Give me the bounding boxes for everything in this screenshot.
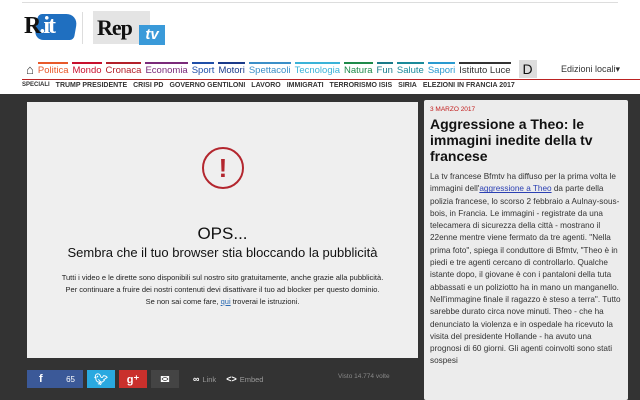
reptv-logo[interactable]: Rep tv <box>93 11 165 45</box>
article-body: La tv francese Bfmtv ha diffuso per la p… <box>430 172 621 366</box>
d-magazine-link[interactable]: D <box>518 60 537 78</box>
special-link[interactable]: GOVERNO GENTILONI <box>169 82 245 89</box>
special-link[interactable]: LAVORO <box>251 82 280 89</box>
instructions-link[interactable]: qui <box>221 297 231 306</box>
special-link[interactable]: ELEZIONI IN FRANCIA 2017 <box>423 82 515 89</box>
nav-item-sport[interactable]: Sport <box>191 62 215 76</box>
exclamation-icon: ! <box>202 147 244 189</box>
nav-item-mondo[interactable]: Mondo <box>72 62 102 76</box>
mail-icon: ✉ <box>160 373 170 386</box>
nav-item-sapori[interactable]: Sapori <box>427 62 456 76</box>
facebook-share-button[interactable]: f 65 <box>27 370 83 388</box>
nav-item-motori[interactable]: Motori <box>218 62 245 76</box>
home-icon[interactable]: ⌂ <box>26 62 34 77</box>
specials-bar: SPECIALI TRUMP PRESIDENTE CRISI PD GOVERNO … <box>22 82 515 89</box>
special-link[interactable]: SIRIA <box>398 82 417 89</box>
divider <box>22 2 618 3</box>
nav-item-tecnologia[interactable]: Tecnologia <box>294 62 340 76</box>
facebook-icon: f <box>39 373 43 385</box>
nav-item-cronaca[interactable]: Cronaca <box>105 62 142 76</box>
article-link[interactable]: aggressione a Theo <box>479 184 551 193</box>
twitter-share-button[interactable]: 🐦︎ <box>87 370 115 388</box>
twitter-icon: 🐦︎ <box>94 373 108 386</box>
divider <box>82 12 83 44</box>
nav-item-economia[interactable]: Economia <box>145 62 188 76</box>
adblock-subtitle: Sembra che il tuo browser stia bloccando… <box>67 245 378 260</box>
nav-item-spettacoli[interactable]: Spettacoli <box>248 62 291 76</box>
nav-item-istituto-luce[interactable]: Istituto Luce <box>459 62 511 76</box>
video-player[interactable]: ! OPS... Sembra che il tuo browser stia … <box>27 102 418 358</box>
local-editions-dropdown[interactable]: Edizioni locali▾ <box>561 64 620 75</box>
special-link[interactable]: CRISI PD <box>133 82 163 89</box>
link-button[interactable]: ∞ Link <box>193 374 216 384</box>
special-link[interactable]: TERRORISMO ISIS <box>330 82 393 89</box>
article-title: Aggressione a Theo: le immagini inedite … <box>430 116 593 164</box>
adblock-message: Tutti i video e le dirette sono disponib… <box>61 273 384 306</box>
email-share-button[interactable]: ✉ <box>151 370 179 388</box>
repubblica-logo[interactable]: R.it <box>22 12 79 42</box>
article-panel: 3 MARZO 2017 Aggressione a Theo: le imma… <box>424 100 628 400</box>
code-icon: <> <box>226 374 237 384</box>
adblock-title: OPS... <box>197 224 248 243</box>
article-date: 3 MARZO 2017 <box>430 106 476 113</box>
nav-item-salute[interactable]: Salute <box>396 62 424 76</box>
nav-item-natura[interactable]: Natura <box>344 62 373 76</box>
view-count: Visto 14.774 volte <box>338 373 390 380</box>
nav-item-fun[interactable]: Fun <box>376 62 393 76</box>
main-nav: ⌂ Politica Mondo Cronaca Economia Sport Motor… <box>22 60 632 78</box>
googleplus-icon: g⁺ <box>126 373 140 386</box>
nav-item-politica[interactable]: Politica <box>37 62 69 76</box>
specials-label: SPECIALI <box>22 82 50 88</box>
special-link[interactable]: IMMIGRATI <box>287 82 324 89</box>
googleplus-share-button[interactable]: g⁺ <box>119 370 147 388</box>
link-icon: ∞ <box>193 374 200 384</box>
special-link[interactable]: TRUMP PRESIDENTE <box>56 82 127 89</box>
divider <box>22 79 640 80</box>
embed-button[interactable]: <> Embed <box>226 374 263 384</box>
